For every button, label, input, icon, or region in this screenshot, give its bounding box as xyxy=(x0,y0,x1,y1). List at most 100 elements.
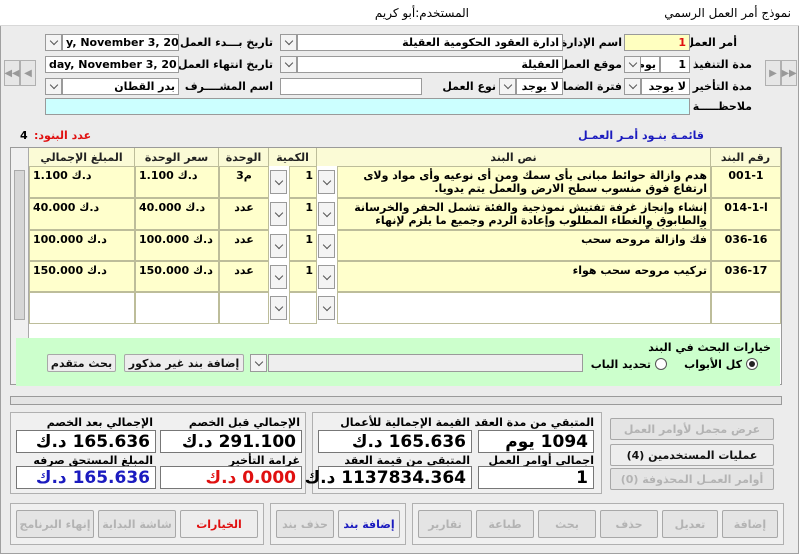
cell-total[interactable]: 1.100 د.ك xyxy=(29,166,135,198)
scroll-thumb[interactable] xyxy=(14,170,25,320)
order-no-field[interactable]: 1 xyxy=(624,34,690,51)
new-row-code[interactable] xyxy=(711,292,781,324)
cell-price[interactable]: 150.000 د.ك xyxy=(135,261,219,292)
options-button[interactable]: الخيارات xyxy=(180,510,258,538)
col-header-price: سعر الوحدة xyxy=(135,148,219,166)
chapter-select[interactable] xyxy=(268,354,583,372)
items-section-title: قائمـة بنـود أمـر العمـل xyxy=(578,129,704,142)
add-unlisted-item-button[interactable]: إضافة بند غير مذكور xyxy=(124,354,244,372)
cell-qty[interactable]: 1 xyxy=(289,198,317,230)
duration-field[interactable]: 1 xyxy=(660,56,690,73)
guarantee-dropdown[interactable] xyxy=(499,78,516,95)
add-item-button[interactable]: إضافة بند xyxy=(338,510,400,538)
cell-total[interactable]: 100.000 د.ك xyxy=(29,230,135,261)
home-screen-button[interactable]: شاشة البداية xyxy=(98,510,176,538)
due-value: 165.636 د.ك xyxy=(16,466,156,489)
cell-qty[interactable] xyxy=(289,292,317,324)
cell-unit[interactable]: م3 xyxy=(219,166,269,198)
start-date-dropdown[interactable] xyxy=(45,34,62,51)
notes-field[interactable] xyxy=(45,98,690,115)
row-dropdown[interactable] xyxy=(270,202,287,226)
user-operations-button[interactable]: عمليات المستخدمين (4) xyxy=(610,444,774,466)
row-dropdown[interactable] xyxy=(318,170,335,194)
admin-field[interactable]: ادارة العقود الحكومية العقيلة xyxy=(297,34,563,51)
works-total-value: 165.636 د.ك xyxy=(318,430,472,453)
cell-qty[interactable]: 1 xyxy=(289,166,317,198)
h-scrollbar[interactable] xyxy=(10,396,782,405)
row-dropdown[interactable] xyxy=(318,234,335,258)
chevron-down-icon xyxy=(503,80,512,90)
cell-text[interactable] xyxy=(337,292,711,324)
add-button[interactable]: إضافة xyxy=(722,510,778,538)
work-type-field[interactable] xyxy=(280,78,422,95)
supervisor-dropdown[interactable] xyxy=(45,78,62,95)
admin-dropdown[interactable] xyxy=(280,34,297,51)
cell-text[interactable]: هدم وازالة حوائط مبانى بأى سمك ومن أى نو… xyxy=(337,166,711,198)
site-field[interactable]: العقيلة xyxy=(297,56,563,73)
cell-text[interactable]: إنشاء وإنجاز غرفة تفتيش نموذجية والفئة ت… xyxy=(337,198,711,230)
cell-unit[interactable]: عدد xyxy=(219,198,269,230)
delay-dropdown[interactable] xyxy=(624,78,641,95)
col-header-code: رقم البند xyxy=(711,148,781,166)
cell-unit[interactable] xyxy=(219,292,269,324)
cell-unit[interactable]: عدد xyxy=(219,261,269,292)
chevron-down-icon xyxy=(274,302,283,311)
next-record-button[interactable]: ▶▶ xyxy=(781,60,797,86)
search-button[interactable]: بحث xyxy=(538,510,596,538)
works-total-label: القيمة الإجمالية للأعمال xyxy=(340,416,470,429)
chevron-down-icon xyxy=(49,36,58,46)
cell-total[interactable]: 40.000 د.ك xyxy=(29,198,135,230)
cell-qty[interactable]: 1 xyxy=(289,261,317,292)
prev-button[interactable]: ◀ xyxy=(20,60,36,86)
row-dropdown[interactable] xyxy=(318,296,335,320)
next-button[interactable]: ▶ xyxy=(765,60,781,86)
delete-item-button[interactable]: حذف بند xyxy=(276,510,334,538)
duration-unit-dropdown[interactable] xyxy=(624,56,641,73)
cell-code[interactable]: 036-17 xyxy=(711,261,781,292)
start-date-field[interactable]: y, November 3, 2016 xyxy=(62,34,179,51)
cell-code[interactable]: 036-16 xyxy=(711,230,781,261)
chevron-down-icon xyxy=(628,80,637,90)
cell-text[interactable]: تركيب مروحه سحب هواء xyxy=(337,261,711,292)
cell-price[interactable]: 40.000 د.ك xyxy=(135,198,219,230)
row-dropdown[interactable] xyxy=(270,296,287,320)
end-date-field[interactable]: day, November 3, 2016 xyxy=(45,56,179,73)
advanced-search-button[interactable]: بحث متقدم xyxy=(47,354,116,372)
row-dropdown[interactable] xyxy=(318,202,335,226)
chapter-dropdown[interactable] xyxy=(250,354,267,372)
prev-record-button[interactable]: ◀◀ xyxy=(4,60,20,86)
deleted-orders-button[interactable]: أوامر العمـل المحذوفة (0) xyxy=(610,468,774,490)
cell-price[interactable]: 1.100 د.ك xyxy=(135,166,219,198)
cell-unit[interactable]: عدد xyxy=(219,230,269,261)
exit-button[interactable]: إنهاء البرنامج xyxy=(16,510,94,538)
site-label: موقع العمل xyxy=(558,58,622,71)
cell-total[interactable]: 150.000 د.ك xyxy=(29,261,135,292)
cell-text[interactable]: فك وازالة مروحه سحب xyxy=(337,230,711,261)
row-dropdown[interactable] xyxy=(270,234,287,258)
show-all-orders-button[interactable]: عرض مجمل لأوامر العمل xyxy=(610,418,774,440)
cell-price[interactable] xyxy=(135,292,219,324)
radio-chapter[interactable] xyxy=(655,358,667,370)
guarantee-label: فترة الضمان xyxy=(553,80,623,93)
chevron-down-icon xyxy=(322,176,331,185)
chevron-down-icon xyxy=(322,302,331,311)
print-button[interactable]: طباعة xyxy=(476,510,534,538)
row-dropdown[interactable] xyxy=(270,170,287,194)
delete-button[interactable]: حذف xyxy=(600,510,658,538)
cell-code[interactable]: 001-1 xyxy=(711,166,781,198)
row-dropdown[interactable] xyxy=(270,265,287,289)
edit-button[interactable]: تعديل xyxy=(662,510,718,538)
duration-label: مدة التنفيذ xyxy=(692,58,752,71)
cell-qty[interactable]: 1 xyxy=(289,230,317,261)
supervisor-field[interactable]: بدر القطان xyxy=(62,78,179,95)
remain-days-value: 1094 يوم xyxy=(478,430,594,453)
cell-code[interactable]: 014-1-ا xyxy=(711,198,781,230)
row-dropdown[interactable] xyxy=(318,265,335,289)
reports-button[interactable]: تقارير xyxy=(418,510,472,538)
cell-price[interactable]: 100.000 د.ك xyxy=(135,230,219,261)
delay-field[interactable]: لا يوجد xyxy=(641,78,690,95)
cell-total[interactable] xyxy=(29,292,135,324)
site-dropdown[interactable] xyxy=(280,56,297,73)
radio-all-chapters[interactable] xyxy=(746,358,758,370)
guarantee-field[interactable]: لا يوجد xyxy=(516,78,563,95)
